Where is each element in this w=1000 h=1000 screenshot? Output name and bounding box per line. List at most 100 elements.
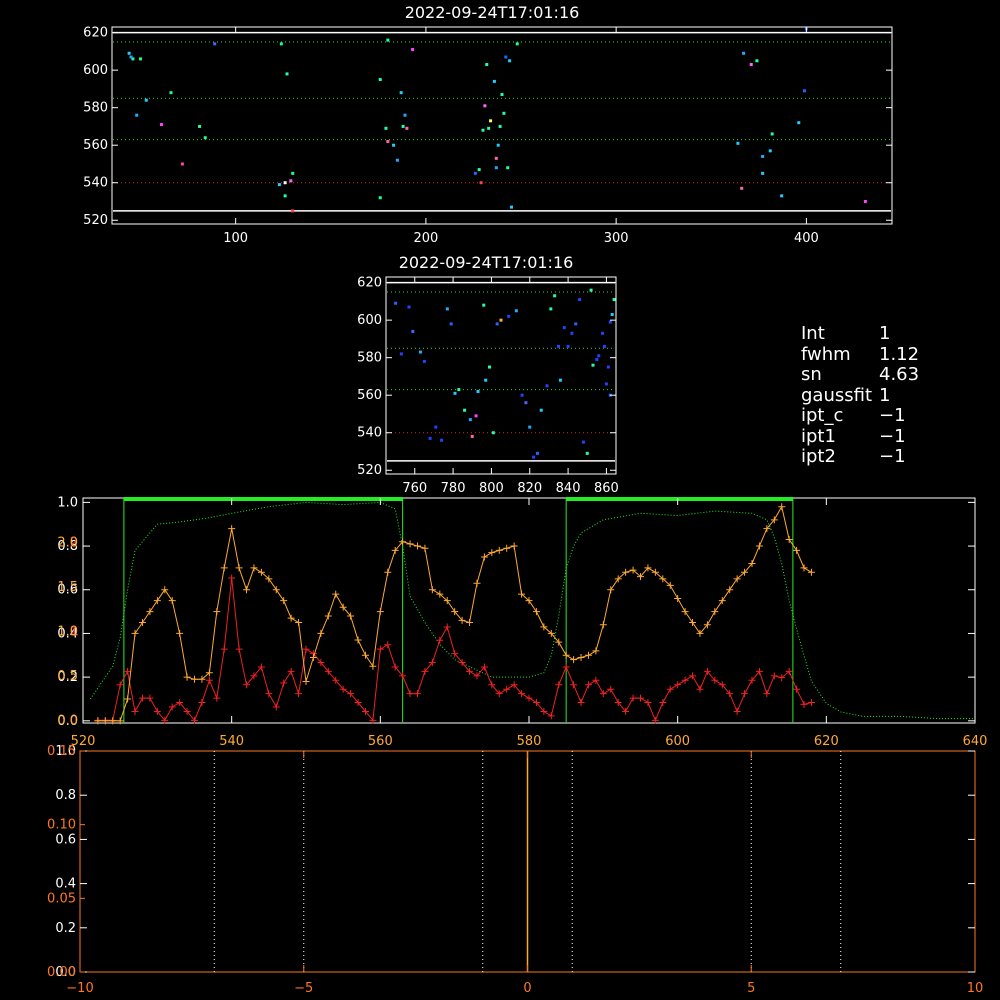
- orange-profile-point: [726, 586, 734, 594]
- info-row: gaussfit 1: [801, 385, 919, 407]
- y-tick-label: 520: [357, 463, 382, 478]
- y-tick-label: 0.4: [55, 877, 76, 892]
- x-tick-label: 840: [556, 481, 581, 496]
- orange-profile-point: [354, 636, 362, 644]
- red-profile-point: [503, 685, 511, 693]
- orange-profile-point: [532, 608, 540, 616]
- red-profile-point: [265, 690, 273, 698]
- y-tick-label-red: 0.10: [47, 818, 76, 833]
- orange-profile-point: [168, 597, 176, 605]
- scatter-point: [470, 434, 474, 438]
- info-key: ipt1: [801, 425, 836, 447]
- scatter-point: [606, 365, 610, 369]
- info-value: −1: [879, 446, 906, 467]
- red-profile-point: [584, 681, 592, 689]
- scatter-point: [574, 322, 578, 326]
- panel-top-title: 2022-09-24T17:01:16: [405, 3, 580, 22]
- scatter-point: [198, 124, 202, 128]
- red-profile-point: [644, 699, 652, 707]
- scatter-point: [570, 331, 574, 335]
- scatter-point: [485, 63, 489, 67]
- scatter-point: [532, 455, 536, 459]
- scatter-point: [484, 378, 488, 382]
- orange-profile-point: [577, 653, 585, 661]
- scatter-point: [504, 55, 508, 59]
- red-profile-point: [763, 690, 771, 698]
- orange-profile-point: [488, 549, 496, 557]
- scatter-point: [539, 408, 543, 412]
- panel-top: 2022-09-24T17:01:16 100 200 300 400 520 540 56…: [83, 3, 893, 246]
- orange-profile-point: [807, 568, 815, 576]
- scatter-point: [476, 389, 480, 393]
- x-tick-label: 800: [479, 481, 504, 496]
- scatter-point: [506, 166, 510, 170]
- scatter-point: [394, 301, 398, 305]
- scatter-point: [378, 196, 382, 200]
- orange-profile-point: [153, 597, 161, 605]
- orange-profile-point: [317, 629, 325, 637]
- orange-profile-point: [599, 621, 607, 629]
- y-tick-label: 520: [83, 213, 108, 228]
- red-profile-point: [592, 676, 600, 684]
- scatter-point: [386, 38, 390, 42]
- scatter-point: [595, 358, 599, 362]
- scatter-point: [159, 123, 163, 127]
- x-tick-label: 580: [517, 734, 542, 749]
- scatter-point: [780, 194, 784, 198]
- scatter-point: [499, 318, 503, 322]
- scatter-point: [453, 391, 457, 395]
- red-profile-point: [384, 641, 392, 649]
- orange-profile-point: [592, 647, 600, 655]
- orange-profile-point: [800, 564, 808, 572]
- y-tick-label: 540: [83, 176, 108, 191]
- scatter-point: [135, 113, 139, 117]
- orange-profile-point: [607, 586, 615, 594]
- red-profile-point: [807, 699, 815, 707]
- x-tick-label: 10: [967, 981, 984, 996]
- scatter-point: [434, 425, 438, 429]
- orange-profile-point: [510, 542, 518, 550]
- scatter-point: [495, 322, 499, 326]
- red-profile-point: [577, 699, 585, 707]
- orange-profile-point: [272, 586, 280, 594]
- red-profile-point: [555, 681, 563, 689]
- scatter-point: [279, 42, 283, 46]
- scatter-point: [395, 158, 399, 162]
- scatter-point: [510, 205, 514, 209]
- info-value: −1: [879, 405, 906, 426]
- orange-profile-point: [280, 597, 288, 605]
- scatter-point: [603, 344, 606, 348]
- scatter-point: [498, 124, 502, 128]
- scatter-point: [770, 132, 774, 136]
- scatter-point: [457, 388, 461, 392]
- scatter-point: [604, 382, 608, 386]
- scatter-point: [500, 93, 504, 97]
- y-tick-label: 620: [357, 276, 382, 291]
- red-profile-point: [272, 703, 280, 711]
- red-profile-point: [770, 672, 778, 680]
- panel-middle-title: 2022-09-24T17:01:16: [399, 253, 574, 272]
- orange-profile-point: [324, 612, 332, 620]
- scatter-point: [392, 143, 396, 147]
- red-profile-point: [599, 690, 607, 698]
- scatter-point: [802, 89, 806, 93]
- red-profile-point: [443, 623, 451, 631]
- orange-profile-point: [681, 608, 689, 616]
- orange-profile-point: [570, 656, 578, 664]
- scatter-point: [405, 126, 409, 130]
- red-profile-point: [302, 645, 310, 653]
- scatter-point: [399, 91, 403, 95]
- red-profile-point: [696, 685, 704, 693]
- x-tick-label: 200: [413, 231, 438, 246]
- scatter-point: [203, 136, 207, 140]
- scatter-point: [378, 78, 382, 82]
- orange-profile-point: [495, 546, 503, 554]
- red-profile-point: [689, 672, 697, 680]
- orange-profile-point: [287, 614, 295, 622]
- y-tick-label-red: 0.05: [47, 891, 76, 906]
- orange-profile-point: [562, 651, 570, 659]
- scatter-point: [520, 393, 524, 397]
- scatter-point: [384, 126, 388, 130]
- info-value: −1: [879, 425, 906, 447]
- red-profile-point: [659, 699, 667, 707]
